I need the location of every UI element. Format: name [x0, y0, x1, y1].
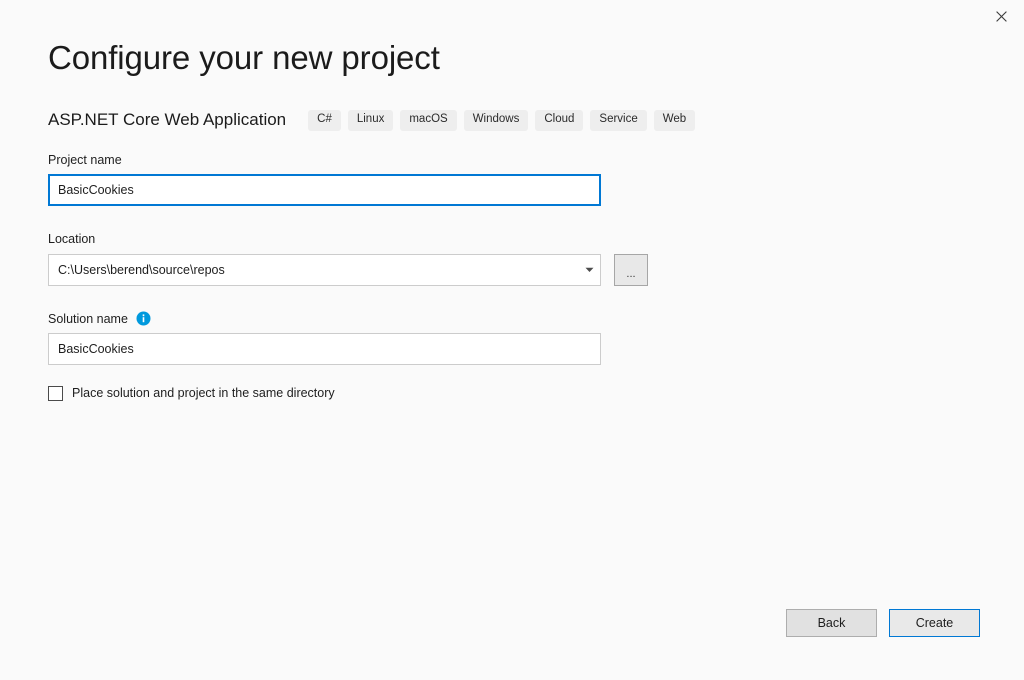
location-row: C:\Users\berend\source\repos ... [48, 253, 648, 286]
location-combobox[interactable]: C:\Users\berend\source\repos [48, 253, 601, 286]
template-summary: ASP.NET Core Web Application C# Linux ma… [48, 110, 702, 131]
tag-chip: Windows [463, 110, 529, 131]
create-button[interactable]: Create [889, 609, 980, 637]
close-icon[interactable] [978, 0, 1024, 32]
location-label: Location [48, 232, 96, 247]
project-name-label: Project name [48, 153, 122, 167]
tag-chip: C# [308, 110, 341, 131]
tag-chip: Web [653, 110, 696, 131]
project-name-value: BasicCookies [58, 183, 134, 198]
same-directory-label: Place solution and project in the same d… [72, 385, 335, 400]
back-button[interactable]: Back [786, 609, 877, 637]
same-directory-checkbox[interactable] [48, 385, 63, 401]
browse-folder-button[interactable]: ... [614, 253, 648, 286]
chevron-down-icon[interactable] [578, 255, 600, 285]
project-name-input[interactable]: BasicCookies [48, 174, 601, 207]
tag-chip: Cloud [535, 110, 584, 131]
project-config-form: Project name BasicCookies Location C:\Us… [48, 152, 648, 401]
tag-list: C# Linux macOS Windows Cloud Service Web [308, 110, 702, 131]
tag-chip: macOS [400, 110, 457, 131]
chevron-down-glyph [585, 267, 593, 272]
page-title: Configure your new project [48, 39, 440, 76]
close-glyph [995, 10, 1007, 22]
tag-chip: Linux [347, 110, 394, 131]
title-bar [0, 0, 1024, 32]
solution-name-label: Solution name [48, 311, 648, 327]
info-glyph [136, 311, 151, 326]
tag-chip: Service [590, 110, 647, 131]
template-name: ASP.NET Core Web Application [48, 110, 287, 130]
dialog-footer: Back Create [786, 609, 980, 637]
same-directory-row[interactable]: Place solution and project in the same d… [48, 385, 648, 401]
location-value: C:\Users\berend\source\repos [58, 262, 225, 277]
info-icon[interactable] [136, 311, 151, 326]
solution-name-label-text: Solution name [48, 311, 128, 326]
solution-name-value: BasicCookies [58, 341, 134, 356]
solution-name-input[interactable]: BasicCookies [48, 332, 601, 365]
